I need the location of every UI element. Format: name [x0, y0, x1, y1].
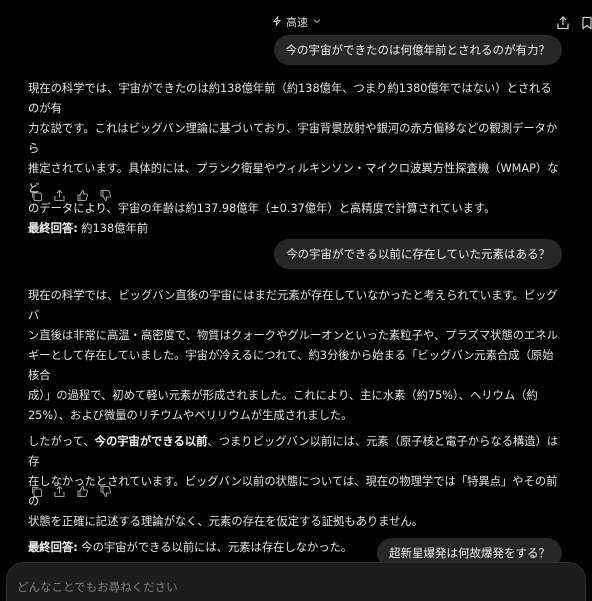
message-line: ギーとして存在していました。宇宙が冷えるにつれて、約3分後から始まる「ビッグバン…	[28, 349, 554, 382]
message-line: したがって、今の宇宙ができる以前、つまりビッグバン以前には、元素（原子核と電子か…	[28, 432, 562, 472]
emphasis-text: 今の宇宙ができる以前	[94, 435, 208, 448]
text-segment: したがって、	[28, 435, 95, 448]
bookmark-icon[interactable]	[580, 15, 592, 31]
thumbs-down-icon[interactable]	[99, 187, 113, 202]
lightning-icon	[272, 15, 282, 29]
message-line: 現在の科学では、ビッグバン直後の宇宙にはまだ元素が存在していなかったと考えられて…	[28, 289, 558, 322]
copy-icon[interactable]	[30, 187, 44, 202]
final-answer-text: 約138億年前	[77, 222, 149, 235]
chat-input[interactable]	[17, 577, 557, 597]
composer	[6, 562, 586, 601]
assistant-message: 現在の科学では、ビッグバン直後の宇宙にはまだ元素が存在していなかったと考えられて…	[28, 286, 562, 558]
final-answer: 最終回答: 約138億年前	[28, 219, 562, 239]
assistant-message: 現在の科学では、宇宙ができたのは約138億年前（約138億年、つまり約1380億…	[28, 79, 562, 239]
chevron-down-icon	[312, 16, 322, 29]
thumbs-up-icon[interactable]	[76, 483, 90, 498]
share-icon[interactable]	[53, 483, 67, 498]
final-answer-label: 最終回答:	[28, 222, 78, 235]
copy-icon[interactable]	[30, 483, 44, 498]
message-line: 25%）、および微量のリチウムやベリリウムが生成されました。	[28, 409, 353, 422]
message-line: 成）」の過程で、初めて軽い元素が形成されました。これにより、主に水素（約75%）…	[28, 389, 538, 402]
thumbs-up-icon[interactable]	[76, 187, 90, 202]
message-actions	[30, 483, 113, 498]
message-line: ン直後は非常に高温・高密度で、物質はクォークやグルーオンといった素粒子や、プラズ…	[28, 329, 558, 342]
message-actions	[30, 187, 113, 202]
message-line: のデータにより、宇宙の年齢は約137.98億年（±0.37億年）と高精度で計算さ…	[28, 202, 496, 215]
share-icon[interactable]	[53, 187, 67, 202]
final-answer-label: 最終回答:	[28, 541, 78, 554]
message-line: 現在の科学では、宇宙ができたのは約138億年前（約138億年、つまり約1380億…	[28, 82, 552, 115]
final-answer-text: 今の宇宙ができる以前には、元素は存在しなかった。	[77, 541, 353, 554]
model-label: 高速	[286, 16, 308, 29]
user-message: 今の宇宙ができる以前に存在していた元素はある？	[274, 239, 562, 269]
thumbs-down-icon[interactable]	[99, 483, 113, 498]
user-message: 今の宇宙ができたのは何億年前とされるのが有力？	[273, 35, 562, 65]
model-selector[interactable]: 高速	[272, 14, 322, 30]
share-icon[interactable]	[556, 15, 572, 31]
message-line: 状態を正確に記述する理論がなく、元素の存在を仮定する証拠もありません。	[28, 515, 424, 528]
message-line: 力な説です。これはビッグバン理論に基づいており、宇宙背景放射や銀河の赤方偏移など…	[28, 122, 558, 155]
